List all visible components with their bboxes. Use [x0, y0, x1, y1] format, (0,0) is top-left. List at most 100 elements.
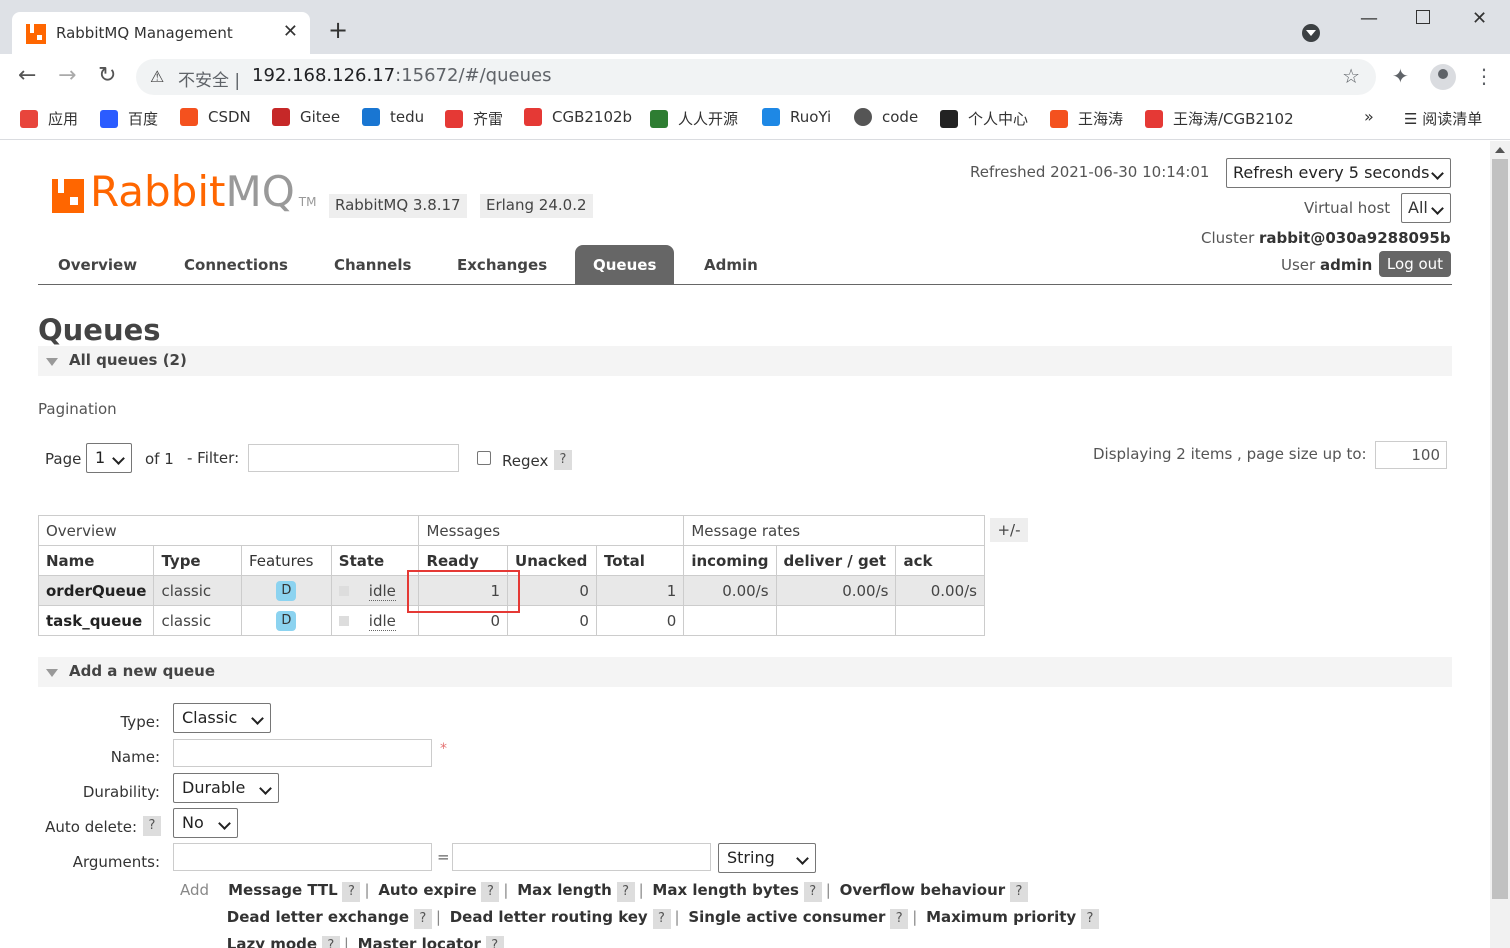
regex-checkbox[interactable] — [477, 451, 491, 465]
queue-type-select[interactable]: Classic — [173, 703, 271, 733]
arg-link-overflow-behaviour[interactable]: Overflow behaviour — [840, 881, 1006, 899]
arg-link-max-length[interactable]: Max length — [517, 881, 612, 899]
refresh-interval-select[interactable]: Refresh every 5 seconds — [1226, 158, 1451, 188]
tab-connections[interactable]: Connections — [166, 245, 306, 285]
gitee-icon — [1145, 109, 1163, 128]
reload-icon[interactable]: ↻ — [98, 64, 116, 88]
new-tab-icon[interactable]: + — [328, 18, 348, 42]
arg-link-maximum-priority[interactable]: Maximum priority — [926, 908, 1076, 926]
menu-dots-icon[interactable]: ⋮ — [1474, 64, 1494, 88]
page-size-input[interactable]: 100 — [1375, 441, 1447, 469]
scroll-up-icon[interactable] — [1495, 147, 1505, 153]
column-header-incoming[interactable]: incoming — [683, 545, 777, 576]
durability-select[interactable]: Durable — [173, 773, 279, 803]
auto-delete-label: Auto delete: — [45, 818, 137, 836]
vhost-select[interactable]: All — [1401, 193, 1451, 223]
more-bookmarks-icon[interactable]: » — [1364, 107, 1374, 126]
rabbitmq-logo[interactable]: Rabbit MQ TM — [52, 171, 316, 213]
browser-tab[interactable]: RabbitMQ Management ✕ — [12, 12, 310, 54]
add-queue-section-toggle[interactable]: Add a new queue — [38, 657, 1452, 687]
tab-overview[interactable]: Overview — [40, 245, 155, 285]
help-button[interactable]: ? — [321, 936, 340, 948]
back-icon[interactable]: ← — [18, 64, 36, 88]
arg-link-max-length-bytes[interactable]: Max length bytes — [652, 881, 799, 899]
forward-icon[interactable]: → — [58, 64, 76, 88]
queue-name-input[interactable] — [173, 739, 432, 767]
help-button[interactable]: ? — [342, 882, 361, 902]
bookmark-item[interactable]: RuoYi — [762, 108, 831, 126]
ready-highlight-box — [407, 570, 520, 613]
arg-link-single-active-consumer[interactable]: Single active consumer — [688, 908, 885, 926]
column-header-ack[interactable]: ack — [895, 545, 985, 576]
regex-help-button[interactable]: ? — [554, 450, 572, 470]
page-label: Page — [45, 450, 82, 468]
bookmark-star-icon[interactable]: ☆ — [1342, 64, 1360, 88]
arg-link-master-locator[interactable]: Master locator — [358, 935, 481, 948]
bookmark-item[interactable]: 百度 — [100, 108, 158, 129]
help-button[interactable]: ? — [485, 936, 504, 948]
address-bar[interactable]: ⚠ 不安全 | 192.168.126.17:15672/#/queues ☆ — [136, 59, 1376, 95]
column-header-name[interactable]: Name — [37, 545, 155, 576]
help-button[interactable]: ? — [1080, 909, 1099, 929]
bookmark-item[interactable]: 齐雷 — [445, 108, 503, 129]
help-button[interactable]: ? — [481, 882, 500, 902]
argument-key-input[interactable] — [173, 843, 432, 871]
arg-link-dead-letter-exchange[interactable]: Dead letter exchange — [227, 908, 409, 926]
queue-name-link[interactable]: orderQueue — [37, 575, 155, 606]
argument-type-select[interactable]: String — [718, 843, 816, 873]
bookmark-item[interactable]: 个人中心 — [940, 108, 1028, 129]
close-tab-icon[interactable]: ✕ — [283, 21, 298, 42]
argument-value-input[interactable] — [452, 843, 711, 871]
help-button[interactable]: ? — [616, 882, 635, 902]
queue-type: classic — [153, 575, 242, 606]
tab-queues[interactable]: Queues — [575, 245, 675, 285]
column-header-unacked[interactable]: Unacked — [507, 545, 597, 576]
bookmark-item[interactable]: tedu — [362, 108, 424, 126]
profile-avatar-icon[interactable] — [1430, 64, 1456, 90]
extensions-icon[interactable]: ✦ — [1392, 64, 1409, 88]
queue-name-link[interactable]: task_queue — [37, 605, 155, 636]
maximize-icon[interactable] — [1416, 10, 1430, 24]
help-button[interactable]: ? — [413, 909, 432, 929]
tab-exchanges[interactable]: Exchanges — [439, 245, 565, 285]
arg-link-message-ttl[interactable]: Message TTL — [228, 881, 338, 899]
column-header-type[interactable]: Type — [153, 545, 242, 576]
tab-search-icon[interactable] — [1302, 24, 1320, 42]
bookmark-item[interactable]: 王海涛 — [1050, 108, 1123, 129]
bookmark-item[interactable]: code — [854, 108, 918, 126]
bookmark-item[interactable]: 人人开源 — [650, 108, 738, 129]
auto-delete-select[interactable]: No — [173, 808, 238, 838]
bookmark-item[interactable]: 应用 — [20, 108, 78, 129]
csdn-icon — [180, 108, 198, 126]
page-select[interactable]: 1 — [86, 443, 132, 473]
reading-list[interactable]: ☰ 阅读清单 — [1404, 108, 1482, 129]
bookmark-item[interactable]: CGB2102b — [524, 108, 632, 126]
help-button[interactable]: ? — [652, 909, 671, 929]
arg-link-lazy-mode[interactable]: Lazy mode — [227, 935, 317, 948]
arg-link-dead-letter-routing-key[interactable]: Dead letter routing key — [450, 908, 648, 926]
main-nav: Overview Connections Channels Exchanges … — [38, 245, 1452, 285]
all-queues-section-toggle[interactable]: All queues (2) — [38, 346, 1452, 376]
tab-admin[interactable]: Admin — [686, 245, 776, 285]
minimize-icon[interactable]: — — [1360, 8, 1378, 29]
help-button[interactable]: ? — [890, 909, 909, 929]
tab-channels[interactable]: Channels — [316, 245, 429, 285]
column-header-state[interactable]: State — [330, 545, 420, 576]
column-toggle-button[interactable]: +/- — [990, 518, 1028, 542]
bookmark-item[interactable]: 王海涛/CGB2102 — [1145, 108, 1294, 129]
auto-delete-help-button[interactable]: ? — [143, 816, 161, 836]
column-header-deliver-get[interactable]: deliver / get — [775, 545, 897, 576]
column-header-total[interactable]: Total — [595, 545, 685, 576]
help-button[interactable]: ? — [1009, 882, 1028, 902]
vertical-scrollbar[interactable] — [1490, 141, 1510, 948]
arg-link-auto-expire[interactable]: Auto expire — [378, 881, 476, 899]
bookmark-item[interactable]: CSDN — [180, 108, 251, 126]
url-text[interactable]: 192.168.126.17:15672/#/queues — [252, 65, 551, 86]
scrollbar-thumb[interactable] — [1492, 159, 1508, 899]
warning-icon[interactable]: ⚠ — [150, 67, 164, 86]
help-button[interactable]: ? — [803, 882, 822, 902]
durability-label: Durability: — [82, 783, 160, 801]
bookmark-item[interactable]: Gitee — [272, 108, 340, 126]
filter-input[interactable] — [248, 444, 459, 472]
close-window-icon[interactable]: ✕ — [1472, 8, 1487, 29]
